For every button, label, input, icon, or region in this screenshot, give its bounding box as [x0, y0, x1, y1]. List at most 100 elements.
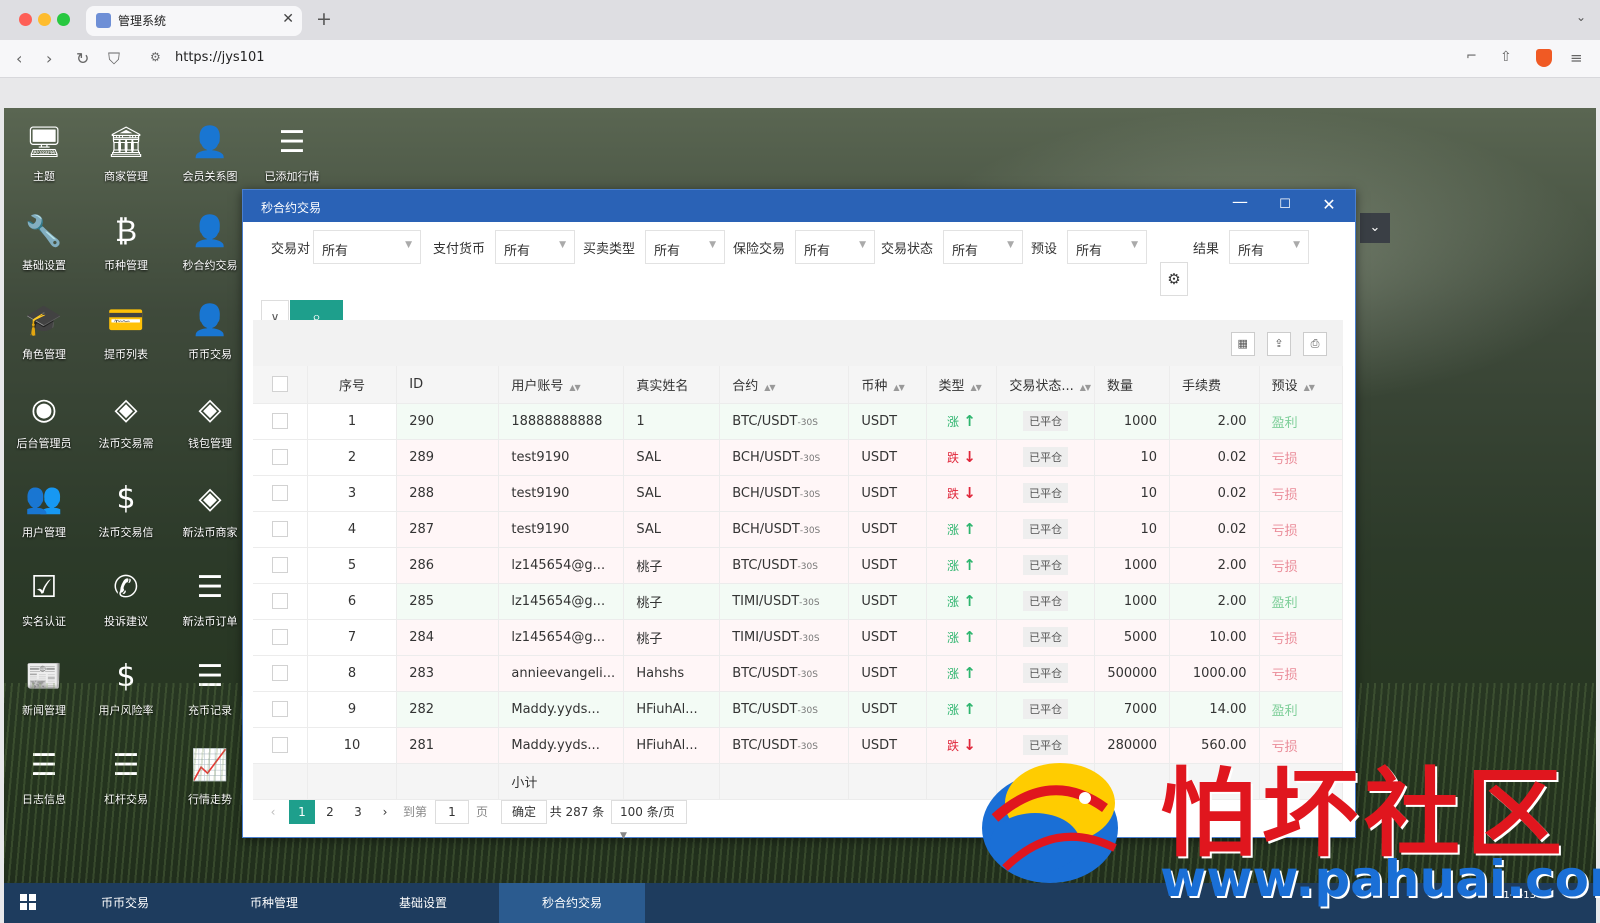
desktop-icon[interactable]: 📈 行情走势 [170, 741, 250, 821]
tab-list-chevron-icon[interactable]: ⌄ [1576, 10, 1586, 24]
bookmark-icon[interactable]: ⛉ [108, 49, 120, 69]
filter-select[interactable]: 所有 ▼ [1229, 230, 1309, 264]
page-1[interactable]: 1 [289, 800, 315, 824]
table-row[interactable]: 1 290 18888888888 1 BTC/USDT-30S USDT 涨 ↑ 已平仓 10… [253, 403, 1344, 440]
table-row[interactable]: 5 286 lz145654@g... 桃子 BTC/USDT-30S USDT 涨 ↑ 已平… [253, 547, 1344, 584]
table-row[interactable]: 6 285 lz145654@g... 桃子 TIMI/USDT-30S USDT 涨 ↑ 已… [253, 583, 1344, 620]
row-checkbox[interactable] [271, 413, 288, 429]
chevron-down-icon[interactable]: ⌄ [1360, 213, 1390, 243]
forward-icon[interactable]: › [46, 49, 52, 68]
desktop-icon[interactable]: ☰ 充币记录 [170, 652, 250, 732]
desktop-icon[interactable]: ☑ 实名认证 [4, 563, 84, 643]
desktop-icon[interactable]: ☰ 杠杆交易 [86, 741, 166, 821]
table-row[interactable]: 3 288 test9190 SAL BCH/USDT-30S USDT 跌 ↓ 已平仓 10 0… [253, 475, 1344, 512]
desktop-icon[interactable]: 🖥 主题 [4, 118, 84, 198]
table-row[interactable]: 9 282 Maddy.yyds... HFiuhAl... BTC/USDT-30S U… [253, 691, 1344, 728]
taskbar-item-spot-trade[interactable]: 币币交易 [52, 883, 198, 923]
maximize-icon[interactable]: ☐ [1273, 197, 1297, 212]
export-icon[interactable]: ⇪ [1266, 332, 1291, 356]
column-header[interactable]: 交易状态... ▲▼ [996, 366, 1095, 404]
desktop-icon[interactable]: ◉ 后台管理员 [4, 385, 84, 465]
row-checkbox[interactable] [271, 665, 288, 681]
filter-select[interactable]: 所有 ▼ [943, 230, 1023, 264]
row-checkbox[interactable] [271, 485, 288, 501]
row-checkbox[interactable] [271, 521, 288, 537]
desktop-icon[interactable]: 🔧 基础设置 [4, 207, 84, 287]
desktop-icon[interactable]: ☰ 已添加行情 [252, 118, 332, 198]
desktop-icon[interactable]: 👤 秒合约交易 [170, 207, 250, 287]
brave-shield-icon[interactable] [1536, 49, 1552, 67]
filter-select[interactable]: 所有 ▼ [645, 230, 725, 264]
page-2[interactable]: 2 [317, 800, 343, 824]
filter-select[interactable]: 所有 ▼ [1067, 230, 1147, 264]
table-row[interactable]: 8 283 annieevangeli... Hahshs BTC/USDT-30S US… [253, 655, 1344, 692]
desktop-icon[interactable]: $ 用户风险率 [86, 652, 166, 732]
gear-icon[interactable]: ⚙ [1160, 262, 1188, 296]
sort-icon[interactable]: ▲▼ [971, 383, 982, 392]
desktop-icon[interactable]: 📰 新闻管理 [4, 652, 84, 732]
desktop-icon[interactable]: 🏛 商家管理 [86, 118, 166, 198]
minimize-icon[interactable]: — [1228, 192, 1252, 211]
desktop-icon[interactable]: 💳 提币列表 [86, 296, 166, 376]
row-checkbox[interactable] [271, 593, 288, 609]
desktop-icon[interactable]: ◈ 钱包管理 [170, 385, 250, 465]
column-header[interactable]: 合约 ▲▼ [719, 366, 850, 404]
key-icon[interactable]: ⌐ [1466, 49, 1477, 64]
goto-confirm-button[interactable]: 确定 [501, 800, 548, 824]
minimize-window-icon[interactable] [38, 13, 51, 26]
desktop-icon[interactable]: ₿ 币种管理 [86, 207, 166, 287]
print-icon[interactable]: ⎙ [1303, 332, 1327, 356]
filter-select[interactable]: 所有 ▼ [795, 230, 875, 264]
menu-icon[interactable]: ≡ [1570, 49, 1583, 67]
desktop-icon[interactable]: ☰ 新法币订单 [170, 563, 250, 643]
goto-page-input[interactable]: 1 [435, 800, 469, 824]
row-checkbox[interactable] [271, 701, 288, 717]
filter-select[interactable]: 所有 ▼ [313, 230, 421, 264]
taskbar-item-contract-trade[interactable]: 秒合约交易 [499, 883, 645, 923]
desktop-icon[interactable]: $ 法币交易信 [86, 474, 166, 554]
row-checkbox[interactable] [271, 629, 288, 645]
column-header[interactable]: 类型 ▲▼ [926, 366, 998, 404]
close-icon[interactable]: ✕ [1317, 195, 1341, 214]
filter-select[interactable]: 所有 ▼ [495, 230, 575, 264]
desktop-icon[interactable]: 👥 用户管理 [4, 474, 84, 554]
sort-icon[interactable]: ▲▼ [893, 383, 904, 392]
page-size-select[interactable]: 100 条/页 ▼ [611, 800, 687, 841]
sort-icon[interactable]: ▲▼ [569, 383, 580, 392]
sort-icon[interactable]: ▲▼ [764, 383, 775, 392]
reload-icon[interactable]: ↻ [76, 49, 89, 68]
site-info-icon[interactable]: ⚙ [150, 50, 161, 64]
desktop-icon[interactable]: ✆ 投诉建议 [86, 563, 166, 643]
browser-tab[interactable]: 管理系统 ✕ [86, 6, 302, 36]
column-header[interactable]: 用户账号 ▲▼ [498, 366, 625, 404]
column-header[interactable]: 币种 ▲▼ [848, 366, 927, 404]
columns-icon[interactable]: ▦ [1230, 332, 1255, 356]
desktop-icon[interactable]: 🎓 角色管理 [4, 296, 84, 376]
share-icon[interactable]: ⇧ [1500, 49, 1512, 65]
next-page-icon[interactable]: › [375, 800, 395, 824]
table-row[interactable]: 2 289 test9190 SAL BCH/USDT-30S USDT 跌 ↓ 已平仓 10 0… [253, 439, 1344, 476]
table-row[interactable]: 4 287 test9190 SAL BCH/USDT-30S USDT 涨 ↑ 已平仓 10 0… [253, 511, 1344, 548]
select-all-checkbox[interactable] [271, 376, 288, 393]
back-icon[interactable]: ‹ [16, 49, 22, 68]
row-checkbox[interactable] [271, 737, 288, 753]
desktop-icon[interactable]: ◈ 法币交易需 [86, 385, 166, 465]
close-window-icon[interactable] [19, 13, 32, 26]
desktop-icon[interactable]: ☰ 日志信息 [4, 741, 84, 821]
row-checkbox[interactable] [271, 557, 288, 573]
desktop-icon[interactable]: 👤 币币交易 [170, 296, 250, 376]
row-checkbox[interactable] [271, 449, 288, 465]
taskbar-item-basic-settings[interactable]: 基础设置 [350, 883, 496, 923]
desktop-icon[interactable]: 👤 会员关系图 [170, 118, 250, 198]
start-icon[interactable] [20, 894, 37, 911]
sort-icon[interactable]: ▲▼ [1304, 383, 1315, 392]
window-titlebar[interactable]: 秒合约交易 — ☐ ✕ [243, 190, 1355, 222]
table-row[interactable]: 7 284 lz145654@g... 桃子 TIMI/USDT-30S USDT 涨 ↑ 已… [253, 619, 1344, 656]
maximize-window-icon[interactable] [57, 13, 70, 26]
taskbar-item-coin-manage[interactable]: 币种管理 [201, 883, 347, 923]
page-3[interactable]: 3 [345, 800, 371, 824]
prev-page-icon[interactable]: ‹ [265, 800, 281, 824]
url-text[interactable]: https://jys101 [175, 50, 265, 65]
tab-close-icon[interactable]: ✕ [282, 11, 294, 27]
sort-icon[interactable]: ▲▼ [1080, 383, 1091, 392]
